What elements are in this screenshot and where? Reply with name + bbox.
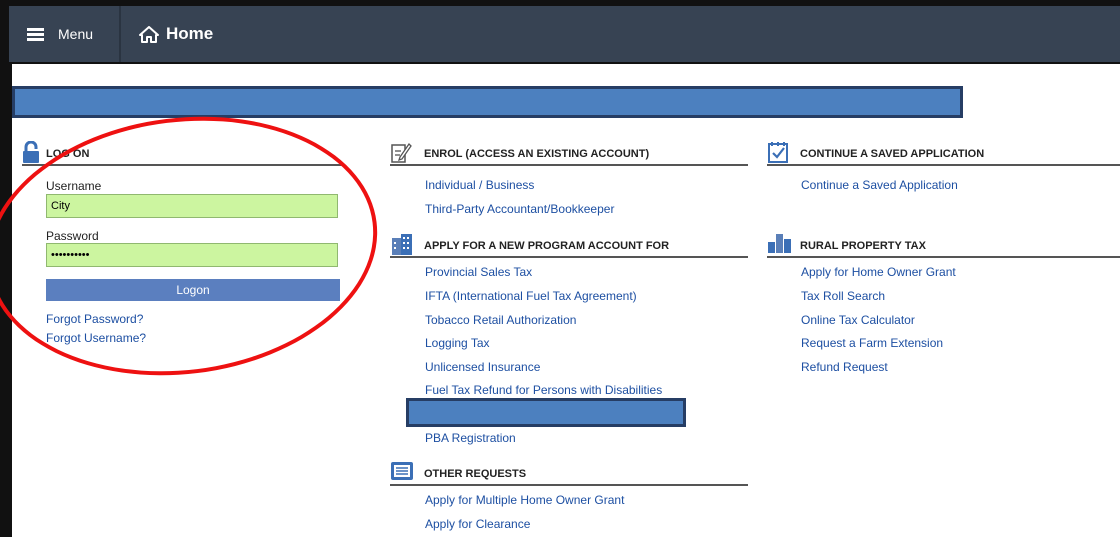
top-nav-bar: Menu Home <box>9 6 1120 62</box>
home-label: Home <box>166 24 214 43</box>
forgot-password-link[interactable]: Forgot Password? <box>46 312 143 326</box>
home-icon <box>139 25 159 43</box>
apply-title: APPLY FOR A NEW PROGRAM ACCOUNT FOR <box>424 240 670 252</box>
screenshot-border-left <box>0 0 9 537</box>
enrol-link-individual-business[interactable]: Individual / Business <box>425 178 534 192</box>
rural-property-tax-header: RURAL PROPERTY TAX <box>767 234 1120 258</box>
logon-header: LOG ON <box>22 141 344 166</box>
logon-section: LOG ON <box>22 141 344 166</box>
rural-link-farm-extension[interactable]: Request a Farm Extension <box>801 336 943 350</box>
hamburger-icon <box>27 27 44 41</box>
building-icon <box>392 234 412 255</box>
enrol-link-third-party[interactable]: Third-Party Accountant/Bookkeeper <box>425 202 614 216</box>
menu-button[interactable]: Menu <box>9 6 121 62</box>
apply-link-ifta[interactable]: IFTA (International Fuel Tax Agreement) <box>425 289 637 303</box>
coins-icon <box>768 234 791 253</box>
list-icon <box>391 462 413 480</box>
rural-link-online-tax-calculator[interactable]: Online Tax Calculator <box>801 313 915 327</box>
apply-link-pba-registration[interactable]: PBA Registration <box>425 431 516 445</box>
logon-button[interactable]: Logon <box>46 279 340 301</box>
lock-icon <box>23 141 39 163</box>
username-input[interactable] <box>46 194 338 218</box>
username-label: Username <box>46 179 102 193</box>
apply-header: APPLY FOR A NEW PROGRAM ACCOUNT FOR <box>390 234 748 258</box>
enrol-title: ENROL (ACCESS AN EXISTING ACCOUNT) <box>424 148 650 160</box>
forgot-username-link[interactable]: Forgot Username? <box>46 331 146 345</box>
screenshot-border-divider <box>9 62 1120 64</box>
menu-label: Menu <box>58 26 94 42</box>
apply-section: APPLY FOR A NEW PROGRAM ACCOUNT FOR <box>390 234 748 258</box>
password-input[interactable] <box>46 243 338 267</box>
other-link-multiple-home-owner-grant[interactable]: Apply for Multiple Home Owner Grant <box>425 493 624 507</box>
enrol-section: ENROL (ACCESS AN EXISTING ACCOUNT) <box>390 142 748 166</box>
password-label: Password <box>46 229 99 243</box>
saved-link-continue[interactable]: Continue a Saved Application <box>801 178 958 192</box>
redacted-banner <box>12 86 963 118</box>
screenshot-border-inner <box>9 62 12 537</box>
apply-link-logging-tax[interactable]: Logging Tax <box>425 336 490 350</box>
other-requests-header: OTHER REQUESTS <box>390 462 748 486</box>
other-requests-section: OTHER REQUESTS <box>390 462 748 486</box>
rural-link-refund-request[interactable]: Refund Request <box>801 360 888 374</box>
rural-link-tax-roll-search[interactable]: Tax Roll Search <box>801 289 885 303</box>
redacted-link-box <box>406 398 686 427</box>
apply-link-tobacco-retail[interactable]: Tobacco Retail Authorization <box>425 313 576 327</box>
rural-property-tax-title: RURAL PROPERTY TAX <box>800 240 926 252</box>
logon-title: LOG ON <box>46 148 90 160</box>
other-requests-title: OTHER REQUESTS <box>424 468 527 480</box>
saved-application-title: CONTINUE A SAVED APPLICATION <box>800 148 985 160</box>
calendar-check-icon <box>768 142 788 163</box>
apply-link-provincial-sales-tax[interactable]: Provincial Sales Tax <box>425 265 532 279</box>
rural-link-home-owner-grant[interactable]: Apply for Home Owner Grant <box>801 265 956 279</box>
apply-link-fuel-tax-refund[interactable]: Fuel Tax Refund for Persons with Disabil… <box>425 383 662 397</box>
saved-application-header: CONTINUE A SAVED APPLICATION <box>767 142 1120 166</box>
other-link-apply-for-clearance[interactable]: Apply for Clearance <box>425 517 530 531</box>
edit-form-icon <box>391 142 412 163</box>
home-link[interactable]: Home <box>139 6 213 62</box>
saved-application-section: CONTINUE A SAVED APPLICATION <box>767 142 1120 166</box>
enrol-header: ENROL (ACCESS AN EXISTING ACCOUNT) <box>390 142 748 166</box>
apply-link-unlicensed-insurance[interactable]: Unlicensed Insurance <box>425 360 540 374</box>
rural-property-tax-section: RURAL PROPERTY TAX <box>767 234 1120 258</box>
